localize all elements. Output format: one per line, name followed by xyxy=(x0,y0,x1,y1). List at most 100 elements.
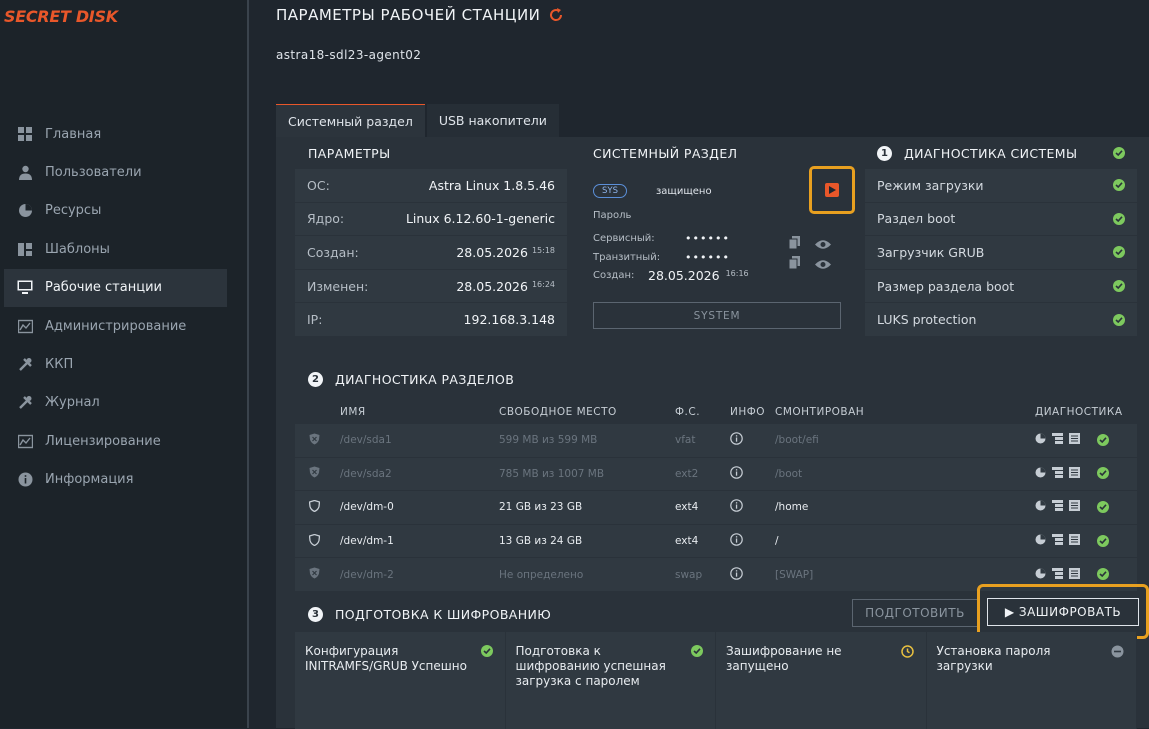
card-text: Конфигурация INITRAMFS/GRUB Успешно xyxy=(305,644,467,673)
pie-icon[interactable] xyxy=(1035,467,1046,481)
param-value: Linux 6.12.60-1-generic xyxy=(406,211,555,226)
sidebar-item-journal[interactable]: Журнал xyxy=(4,384,227,422)
sidebar-item-resources[interactable]: Ресурсы xyxy=(4,192,227,230)
chart-icon xyxy=(16,432,34,450)
diagnostic-icons xyxy=(1035,500,1137,514)
sidebar-item-licensing[interactable]: Лицензирование xyxy=(4,422,227,460)
tree-icon[interactable] xyxy=(1052,567,1063,582)
system-button[interactable]: SYSTEM xyxy=(593,302,841,329)
sys-badge: SYS xyxy=(593,184,627,198)
check-icon xyxy=(1113,212,1125,225)
sidebar-item-kkp[interactable]: ККП xyxy=(4,345,227,383)
param-row-modified: Изменен: 28.05.2026 16:24 xyxy=(295,269,567,304)
sidebar-item-label: ККП xyxy=(45,357,74,373)
diagnostic-icons xyxy=(1035,534,1137,548)
eye-icon[interactable] xyxy=(815,255,831,274)
tab-system-partition[interactable]: Системный раздел xyxy=(276,104,425,137)
encrypt-button[interactable]: ▶ ЗАШИФРОВАТЬ xyxy=(987,598,1139,626)
partition-free: 13 GB из 24 GB xyxy=(499,535,583,548)
sidebar-item-label: Рабочие станции xyxy=(45,280,162,296)
sidebar-item-administration[interactable]: Администрирование xyxy=(4,307,227,345)
tab-usb[interactable]: USB накопители xyxy=(426,104,559,137)
card-text: Установка пароля загрузки xyxy=(936,644,1051,673)
copy-icon[interactable] xyxy=(788,234,801,253)
sidebar-item-label: Ресурсы xyxy=(45,203,102,219)
check-icon xyxy=(1097,433,1109,447)
play-button[interactable] xyxy=(809,166,855,214)
sidebar-item-label: Лицензирование xyxy=(45,433,161,449)
sidebar-item-label: Главная xyxy=(45,126,102,142)
sidebar-item-info[interactable]: Информация xyxy=(4,461,227,499)
pie-icon[interactable] xyxy=(1035,433,1046,447)
info-icon[interactable] xyxy=(730,566,775,583)
partition-fs: vfat xyxy=(675,434,696,447)
system-partition-panel: СИСТЕМНЫЙ РАЗДЕЛ SYS защищено Пароль Сер… xyxy=(593,137,843,283)
tree-icon[interactable] xyxy=(1052,534,1063,548)
col-info: ИНФО xyxy=(730,406,766,418)
tree-icon[interactable] xyxy=(1052,433,1063,447)
pie-icon[interactable] xyxy=(1035,568,1046,582)
eye-icon[interactable] xyxy=(815,235,831,254)
param-key: Создан: xyxy=(307,244,359,260)
list-icon[interactable] xyxy=(1069,466,1080,481)
check-icon xyxy=(1113,147,1125,159)
step-number: 2 xyxy=(308,371,323,387)
info-icon[interactable] xyxy=(730,466,775,482)
sidebar: SECRET DISK Главная Пользователи Ресурсы… xyxy=(0,0,249,728)
param-value: Astra Linux 1.8.5.46 xyxy=(429,178,555,193)
copy-icon[interactable] xyxy=(788,254,801,273)
col-free: СВОБОДНОЕ МЕСТО xyxy=(499,406,617,418)
partition-name: /dev/dm-1 xyxy=(340,535,394,548)
check-icon xyxy=(1097,534,1109,548)
partitions-heading: ДИАГНОСТИКА РАЗДЕЛОВ xyxy=(335,371,515,387)
list-icon[interactable] xyxy=(1069,500,1080,514)
param-value-text: Astra Linux 1.8.5.46 xyxy=(428,177,555,193)
info-icon[interactable] xyxy=(730,432,775,448)
system-partition-heading: СИСТЕМНЫЙ РАЗДЕЛ xyxy=(593,145,738,161)
sidebar-item-home[interactable]: Главная xyxy=(4,115,227,153)
prep-card-encryption: Зашифрование не запущено xyxy=(716,632,927,729)
param-row-kernel: Ядро: Linux 6.12.60-1-generic xyxy=(295,202,567,237)
sidebar-item-workstations[interactable]: Рабочие станции xyxy=(4,268,227,307)
table-header: ИМЯ СВОБОДНОЕ МЕСТО Ф.С. ИНФО СМОНТИРОВА… xyxy=(295,400,1137,424)
info-icon[interactable] xyxy=(730,533,775,549)
check-icon xyxy=(1113,179,1125,192)
param-key: IP: xyxy=(307,312,323,328)
col-diag: ДИАГНОСТИКА xyxy=(1035,406,1123,418)
card-text: Подготовка к шифрованию успешная загрузк… xyxy=(515,644,666,688)
sidebar-item-users[interactable]: Пользователи xyxy=(4,153,227,191)
app-logo: SECRET DISK xyxy=(4,7,118,26)
params-heading: ПАРАМЕТРЫ xyxy=(308,145,391,161)
partition-name: /dev/sda2 xyxy=(340,467,392,480)
pie-icon[interactable] xyxy=(1035,534,1046,548)
partition-rows: /dev/sda1 599 MB из 599 MB vfat/boot/efi/d… xyxy=(295,424,1137,592)
partitions-section: 2 ДИАГНОСТИКА РАЗДЕЛОВ ИМЯ СВОБОДНОЕ МЕСТ… xyxy=(295,358,1137,592)
partition-mount: / xyxy=(775,535,779,548)
shield-x-icon xyxy=(295,567,340,582)
pie-icon[interactable] xyxy=(1035,500,1046,514)
list-icon[interactable] xyxy=(1069,534,1080,548)
tab-content: ПАРАМЕТРЫ ОС: Astra Linux 1.8.5.46 Ядро: L… xyxy=(276,137,1149,729)
diag-label: Раздел boot xyxy=(877,211,956,227)
sidebar-item-templates[interactable]: Шаблоны xyxy=(4,230,227,268)
diagnostics-panel: 1 ДИАГНОСТИКА СИСТЕМЫ Режим загрузки Разд… xyxy=(865,137,1137,337)
info-icon[interactable] xyxy=(730,499,775,515)
password-label: Пароль xyxy=(593,210,632,221)
diag-label: LUKS protection xyxy=(877,312,977,328)
diag-label: Размер раздела boot xyxy=(877,278,1015,294)
list-icon[interactable] xyxy=(1069,433,1080,447)
param-key: ОС: xyxy=(307,177,330,193)
tree-icon[interactable] xyxy=(1052,500,1063,514)
step-number: 1 xyxy=(877,145,892,161)
prepare-button[interactable]: ПОДГОТОВИТЬ xyxy=(852,599,978,627)
diagnostic-icons xyxy=(1035,466,1137,481)
list-icon[interactable] xyxy=(1069,567,1080,582)
tree-icon[interactable] xyxy=(1052,466,1063,481)
table-row: /dev/dm-0 21 GB из 23 GB ext4/home xyxy=(295,491,1137,525)
sidebar-item-label: Администрирование xyxy=(45,318,187,334)
param-value-text: 28.05.2026 xyxy=(456,278,528,294)
partition-fs: swap xyxy=(675,568,703,581)
col-fs: Ф.С. xyxy=(675,406,701,418)
check-icon xyxy=(480,645,493,657)
refresh-icon[interactable] xyxy=(548,7,564,23)
